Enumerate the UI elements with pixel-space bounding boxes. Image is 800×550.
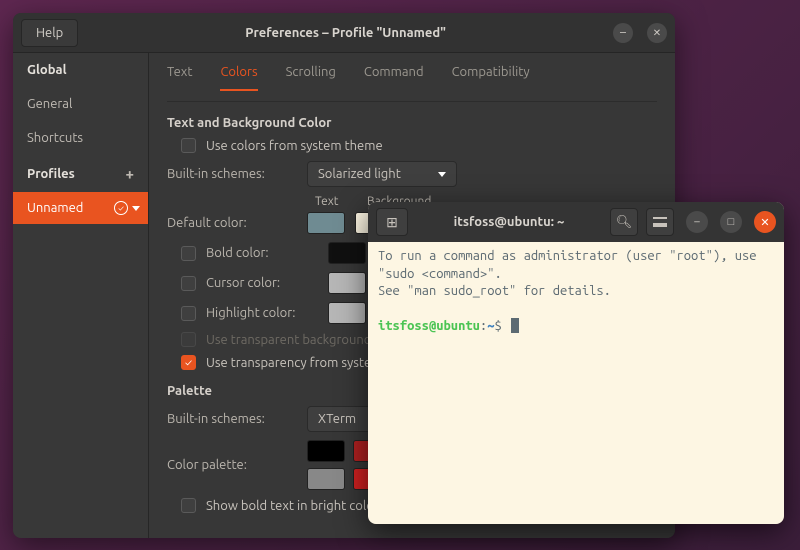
profile-menu-icon[interactable] [132,206,140,211]
label-default-color: Default color: [167,216,297,230]
search-icon: 🔍︎ [616,215,633,230]
terminal-line-2: See "man sudo_root" for details. [378,284,611,298]
section-text-bg: Text and Background Color [167,116,657,130]
window-title: Preferences – Profile "Unnamed" [78,26,613,40]
sidebar-selected-label: Unnamed [27,201,83,215]
tab-colors[interactable]: Colors [220,65,257,91]
checkbox-cursor-color[interactable] [181,276,196,291]
new-tab-icon: ⊞ [386,214,398,231]
swatch-cursor-text[interactable] [328,272,366,294]
label-builtin-scheme: Built-in schemes: [167,167,297,181]
label-highlight-color: Highlight color: [206,306,318,320]
terminal-close-button[interactable]: ✕ [754,211,776,233]
terminal-line-1: To run a command as administrator (user … [378,249,764,281]
terminal-minimize-button[interactable]: – [686,211,708,233]
tab-compatibility[interactable]: Compatibility [452,65,530,91]
palette-swatch-1[interactable] [307,440,345,462]
swatch-default-text[interactable] [307,212,345,234]
tab-text[interactable]: Text [167,65,192,91]
hamburger-icon [653,217,667,227]
checkbox-transparency-system[interactable] [181,355,196,370]
profile-default-icon[interactable]: ✓ [114,201,128,215]
row-use-system: Use colors from system theme [181,138,657,153]
preferences-titlebar: Help Preferences – Profile "Unnamed" [13,13,675,53]
checkbox-highlight-color[interactable] [181,306,196,321]
tab-command[interactable]: Command [364,65,424,91]
label-color-palette: Color palette: [167,458,297,472]
terminal-titlebar: ⊞ itsfoss@ubuntu: ~ 🔍︎ – □ ✕ [368,202,784,242]
label-use-system: Use colors from system theme [206,139,383,153]
label-cursor-color: Cursor color: [206,276,318,290]
checkbox-bold-color[interactable] [181,246,196,261]
prompt-end: $ [494,319,501,333]
label-show-bold: Show bold text in bright colors [206,499,384,513]
terminal-maximize-button[interactable]: □ [720,211,742,233]
new-tab-button[interactable]: ⊞ [376,208,408,236]
sidebar: Global General Shortcuts Profiles + Unna… [13,53,149,538]
cursor [511,318,519,333]
swatch-bold-text[interactable] [328,242,366,264]
terminal-title: itsfoss@ubuntu: ~ [416,215,602,229]
checkbox-show-bold[interactable] [181,498,196,513]
sidebar-item-general[interactable]: General [13,87,148,121]
minimize-button[interactable] [613,23,633,43]
combo-builtin-scheme[interactable]: Solarized light [307,161,457,187]
sidebar-head-global: Global [13,53,148,87]
header-text: Text [315,195,353,208]
help-button[interactable]: Help [21,19,78,47]
tabs: Text Colors Scrolling Command Compatibil… [167,53,657,102]
label-bold-color: Bold color: [206,246,318,260]
sidebar-head-profiles: Profiles + [13,155,148,192]
swatch-highlight-text[interactable] [328,302,366,324]
prompt-user: itsfoss@ubuntu [378,319,480,333]
sidebar-item-unnamed[interactable]: Unnamed ✓ [13,192,148,224]
palette-swatch-3[interactable] [307,468,345,490]
row-builtin-scheme: Built-in schemes: Solarized light [167,161,657,187]
checkbox-use-system[interactable] [181,138,196,153]
close-button[interactable] [647,23,667,43]
sidebar-item-shortcuts[interactable]: Shortcuts [13,121,148,155]
terminal-body[interactable]: To run a command as administrator (user … [368,242,784,524]
label-palette-scheme: Built-in schemes: [167,412,297,426]
add-profile-icon[interactable]: + [126,165,134,182]
combo-palette-value: XTerm [318,412,356,426]
tab-scrolling[interactable]: Scrolling [286,65,336,91]
sidebar-profiles-label: Profiles [27,167,75,181]
chevron-down-icon [438,172,446,177]
terminal-window: ⊞ itsfoss@ubuntu: ~ 🔍︎ – □ ✕ To run a co… [368,202,784,524]
label-transparent-bg: Use transparent background [206,333,371,347]
menu-button[interactable] [646,208,674,236]
checkbox-transparent-bg [181,332,196,347]
combo-builtin-value: Solarized light [318,167,401,181]
search-button[interactable]: 🔍︎ [610,208,638,236]
